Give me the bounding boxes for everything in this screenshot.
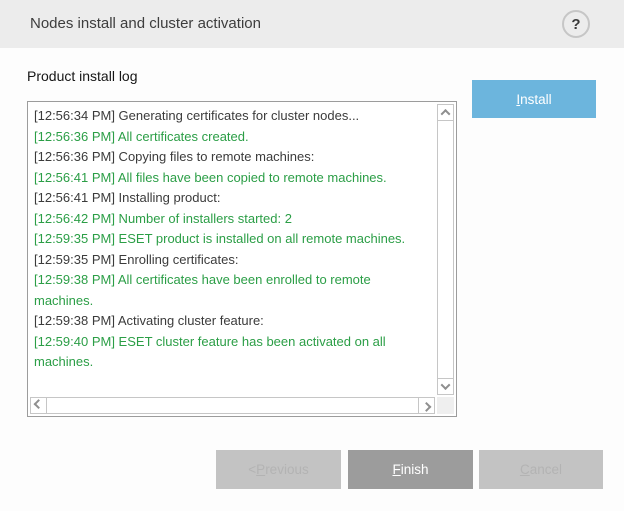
finish-button[interactable]: Finish bbox=[348, 450, 473, 489]
chevron-right-icon bbox=[422, 402, 432, 412]
horizontal-scrollbar[interactable] bbox=[30, 397, 435, 414]
install-log-label: Product install log bbox=[27, 68, 138, 84]
log-entry: [12:59:38 PM] Activating cluster feature… bbox=[34, 311, 433, 332]
scroll-right-button[interactable] bbox=[418, 397, 435, 414]
install-button[interactable]: Install bbox=[472, 80, 596, 118]
scroll-up-button[interactable] bbox=[437, 104, 454, 121]
log-entry: [12:59:35 PM] ESET product is installed … bbox=[34, 229, 433, 250]
log-entry: [12:59:40 PM] ESET cluster feature has b… bbox=[34, 332, 433, 373]
question-mark-icon: ? bbox=[571, 16, 580, 33]
chevron-down-icon bbox=[441, 380, 451, 390]
log-entry: [12:56:36 PM] All certificates created. bbox=[34, 127, 433, 148]
chevron-left-icon bbox=[34, 399, 44, 409]
install-log-content: [12:56:34 PM] Generating certificates fo… bbox=[28, 102, 435, 395]
chevron-up-icon bbox=[441, 109, 451, 119]
scrollbar-corner bbox=[437, 397, 454, 414]
scroll-down-button[interactable] bbox=[437, 378, 454, 395]
scroll-left-button[interactable] bbox=[30, 397, 47, 414]
log-entry: [12:56:34 PM] Generating certificates fo… bbox=[34, 106, 433, 127]
help-button[interactable]: ? bbox=[562, 10, 590, 38]
vertical-scroll-thumb[interactable] bbox=[437, 120, 454, 379]
dialog-header: Nodes install and cluster activation ? bbox=[0, 0, 624, 48]
log-entry: [12:56:41 PM] Installing product: bbox=[34, 188, 433, 209]
previous-button[interactable]: < Previous bbox=[216, 450, 341, 489]
cancel-button[interactable]: Cancel bbox=[479, 450, 603, 489]
log-entry: [12:56:36 PM] Copying files to remote ma… bbox=[34, 147, 433, 168]
horizontal-scroll-thumb[interactable] bbox=[46, 397, 419, 414]
log-entry: [12:56:41 PM] All files have been copied… bbox=[34, 168, 433, 189]
page-title: Nodes install and cluster activation bbox=[30, 0, 261, 48]
log-entry: [12:59:35 PM] Enrolling certificates: bbox=[34, 250, 433, 271]
log-entry: [12:59:38 PM] All certificates have been… bbox=[34, 270, 433, 311]
install-log-box[interactable]: [12:56:34 PM] Generating certificates fo… bbox=[27, 101, 457, 417]
vertical-scrollbar[interactable] bbox=[437, 104, 454, 395]
wizard-dialog: Nodes install and cluster activation ? P… bbox=[0, 0, 624, 511]
log-entry: [12:56:42 PM] Number of installers start… bbox=[34, 209, 433, 230]
